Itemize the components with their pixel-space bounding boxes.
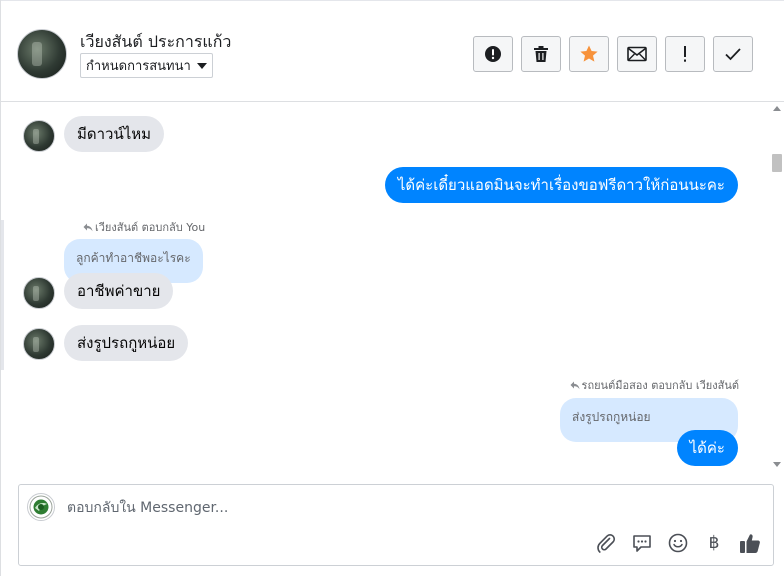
messenger-conversation-window: เวียงสันต์ ประการแก้ว กำหนดการสนทนา มีดา… [0,0,784,576]
attach-file-button[interactable] [595,532,617,554]
saved-replies-button[interactable] [631,532,653,554]
exclamation-circle-icon [485,46,501,62]
scroll-thumb[interactable] [772,154,782,172]
composer-toolbar: ฿ [595,532,761,554]
like-button[interactable] [739,532,761,554]
contact-avatar-small[interactable] [23,277,55,309]
saved-reply-icon [633,535,651,552]
exclamation-icon [684,46,686,62]
incoming-message[interactable]: ส่งรูปรถกูหน่อย [64,325,189,361]
reply-input[interactable] [67,497,587,519]
reply-arrow-icon [83,223,93,231]
mark-done-button[interactable] [713,36,753,72]
reply-indicator: เวียงสันต์ ตอบกลับ You [83,218,205,236]
contact-avatar[interactable] [17,29,67,79]
trash-icon [534,46,548,62]
outgoing-message[interactable]: ได้ค่ะเดี๋ยวแอดมินจะทำเรื่องขอฟรีดาวให้ก… [384,167,738,203]
conversation-toolbar [473,36,753,72]
check-icon [725,48,741,61]
chevron-down-icon [196,63,207,69]
star-button[interactable] [569,36,609,72]
thumbs-up-icon [740,534,760,553]
paperclip-icon [597,534,616,553]
emoji-icon [668,533,688,553]
scroll-down-arrow-icon[interactable] [773,462,781,467]
label-select-value: กำหนดการสนทนา [86,59,191,74]
outgoing-message[interactable]: ได้ค่ะ [676,430,738,466]
reply-arrow-icon [570,381,580,389]
conversation-header: เวียงสันต์ ประการแก้ว กำหนดการสนทนา [1,0,784,102]
emoji-button[interactable] [667,532,689,554]
thread-scrollbar[interactable] [769,102,784,472]
mark-spam-button[interactable] [473,36,513,72]
star-icon [580,45,598,62]
conversation-label-select[interactable]: กำหนดการสนทนา [80,53,213,78]
contact-avatar-small[interactable] [23,328,55,360]
thread-edge-divider [1,220,4,370]
baht-icon: ฿ [708,532,720,553]
flag-button[interactable] [665,36,705,72]
contact-name[interactable]: เวียงสันต์ ประการแก้ว [80,30,231,55]
scroll-up-arrow-icon[interactable] [773,106,781,111]
envelope-icon [627,46,647,62]
page-avatar [27,493,55,521]
page-logo-icon [29,495,53,519]
incoming-message[interactable]: อาชีพค่าขาย [64,273,174,309]
reply-indicator-text: รถยนต์มือสอง ตอบกลับ เวียงสันต์ [581,379,739,392]
mark-unread-button[interactable] [617,36,657,72]
reply-indicator: รถยนต์มือสอง ตอบกลับ เวียงสันต์ [570,376,739,394]
contact-avatar-small[interactable] [23,120,55,152]
payment-button[interactable]: ฿ [703,532,725,554]
reply-indicator-text: เวียงสันต์ ตอบกลับ You [95,221,206,234]
incoming-message[interactable]: มีดาวน์ไหม [64,116,165,152]
delete-button[interactable] [521,36,561,72]
reply-composer: ฿ [18,484,774,566]
message-thread: มีดาวน์ไหม ได้ค่ะเดี๋ยวแอดมินจะทำเรื่องข… [1,102,769,472]
